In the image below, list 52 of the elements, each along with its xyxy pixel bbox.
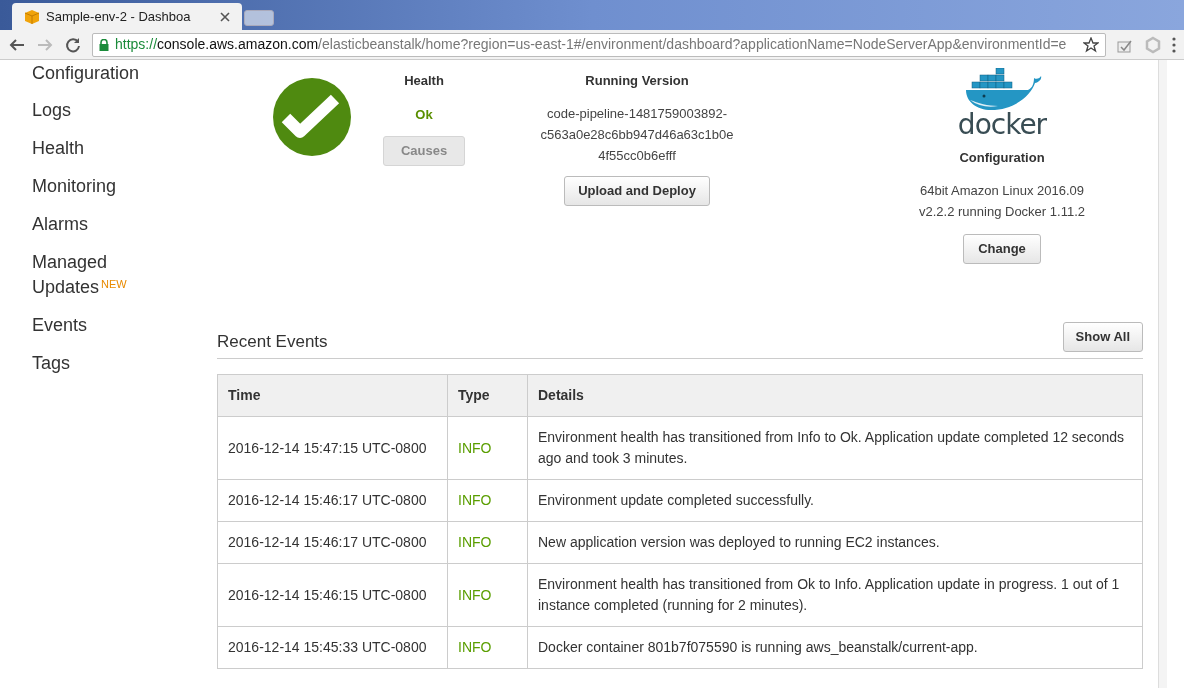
details-cell: Environment health has transitioned from Ok to Info. Application update in progress. 1 out of 1 instance completed (running for 2 minutes). bbox=[527, 563, 1143, 627]
address-bar[interactable]: https://console.aws.amazon.com/elasticbeanstalk/home?region=us-east-1#/environment/dashboard?applicationName=NodeServerApp&environmentId=e bbox=[92, 32, 1106, 57]
column-header: Details bbox=[527, 374, 1143, 417]
menu-icon[interactable] bbox=[1172, 36, 1176, 53]
sidebar-link[interactable]: Configuration bbox=[32, 62, 142, 84]
check-circle-icon bbox=[273, 78, 351, 156]
change-button[interactable]: Change bbox=[963, 233, 1041, 264]
sidebar-link[interactable]: Managed Updates$^{NEW}$ bbox=[32, 250, 142, 300]
upload-and-deploy-button[interactable]: Upload and Deploy bbox=[564, 175, 710, 206]
browser-tab[interactable]: Sample-env-2 - Dashboa bbox=[12, 3, 242, 30]
time-cell: 2016-12-14 15:46:17 UTC-0800 bbox=[217, 479, 448, 522]
details-cell: Environment health has transitioned from Info to Ok. Application update completed 12 seconds ago and took 3 minutes. bbox=[527, 416, 1143, 480]
cube-icon bbox=[24, 8, 40, 25]
configuration-title: Configuration bbox=[959, 149, 1045, 167]
logo-text: docker bbox=[957, 110, 1047, 140]
health-title: Health bbox=[404, 72, 444, 90]
star-icon[interactable] bbox=[1083, 36, 1099, 53]
running-version-title: Running Version bbox=[585, 72, 689, 90]
scrollbar-track[interactable] bbox=[1158, 60, 1167, 688]
details-cell: Environment update completed successfully. bbox=[527, 479, 1143, 522]
recent-events-title: Recent Events bbox=[217, 330, 328, 353]
sidebar-link[interactable]: Health bbox=[32, 136, 142, 161]
type-cell: INFO bbox=[447, 626, 528, 669]
type-cell: INFO bbox=[447, 521, 528, 564]
platform-text-line: v2.2.2 running Docker 1.11.2 bbox=[919, 202, 1085, 221]
sidebar-link[interactable]: Logs bbox=[32, 98, 142, 123]
type-cell: INFO bbox=[447, 563, 528, 627]
close-icon[interactable] bbox=[220, 11, 230, 22]
time-cell: 2016-12-14 15:46:17 UTC-0800 bbox=[217, 521, 448, 564]
column-header: Type bbox=[447, 374, 528, 417]
sidebar-link[interactable]: Tags bbox=[32, 351, 142, 376]
health-status: Ok bbox=[415, 105, 433, 124]
show-all-button[interactable]: Show All bbox=[1062, 322, 1143, 352]
tab-title: Sample-env-2 - Dashboa bbox=[46, 7, 191, 26]
type-cell: INFO bbox=[447, 416, 528, 480]
sidebar-link[interactable]: Events bbox=[32, 313, 142, 338]
version-label-line: code-pipeline-1481759003892- bbox=[547, 104, 727, 123]
sidebar-link[interactable]: Alarms bbox=[32, 212, 142, 237]
details-cell: Docker container 801b7f075590 is running aws_beanstalk/current-app. bbox=[527, 626, 1143, 669]
url-text: https://console.aws.amazon.com/elasticbeanstalk/home?region=us-east-1#/environment/dashboard?applicationName=NodeServerApp&environmentId=e bbox=[115, 35, 1067, 54]
version-label-line: 4f55cc0b6efff bbox=[598, 146, 676, 165]
type-cell: INFO bbox=[447, 479, 528, 522]
time-cell: 2016-12-14 15:47:15 UTC-0800 bbox=[217, 416, 448, 480]
details-cell: New application version was deployed to running EC2 instances. bbox=[527, 521, 1143, 564]
lock-icon bbox=[99, 38, 109, 51]
version-label-line: c563a0e28c6bb947d46a63c1b0e bbox=[540, 125, 734, 144]
time-cell: 2016-12-14 15:46:15 UTC-0800 bbox=[217, 563, 448, 627]
platform-text-line: 64bit Amazon Linux 2016.09 bbox=[919, 181, 1085, 200]
sidebar-link[interactable]: Monitoring bbox=[32, 174, 142, 199]
time-cell: 2016-12-14 15:45:33 UTC-0800 bbox=[217, 626, 448, 669]
column-header: Time bbox=[217, 374, 448, 417]
reload-icon[interactable] bbox=[64, 35, 82, 54]
